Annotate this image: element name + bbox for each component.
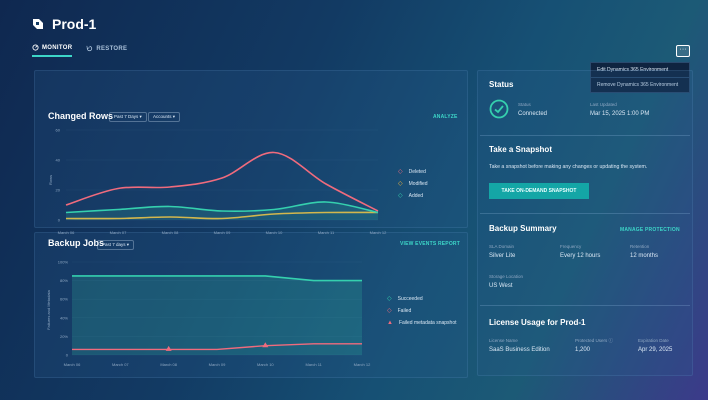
backup-jobs-period-select[interactable]: Past 7 days ▾ xyxy=(97,240,135,250)
diamond-icon: ◇ xyxy=(387,296,392,302)
divider xyxy=(480,135,690,136)
frequency-value: Every 12 hours xyxy=(560,253,601,259)
tab-restore[interactable]: RESTORE xyxy=(86,44,127,57)
chevron-down-icon: ▾ xyxy=(139,114,142,119)
changed-rows-legend: ◇ Deleted ◇ Modified ◇ Added xyxy=(398,169,428,205)
triangle-icon: ▲ xyxy=(387,320,393,326)
analyze-link[interactable]: ANALYZE xyxy=(433,114,458,120)
legend-label: Failed metadata snapshot xyxy=(398,320,457,326)
snapshot-description: Take a snapshot before making any change… xyxy=(489,164,648,170)
changed-rows-period-select[interactable]: Past 7 Days ▾ xyxy=(109,112,147,122)
tab-bar: MONITOR RESTORE xyxy=(32,44,127,57)
retention-label: Retention xyxy=(630,244,650,249)
environment-summary-panel xyxy=(477,70,693,376)
protected-users-value: 1,200 xyxy=(575,347,591,353)
last-updated-value: Mar 15, 2025 1:00 PM xyxy=(590,111,650,117)
monitor-icon xyxy=(32,44,39,51)
tab-restore-label: RESTORE xyxy=(96,45,128,52)
diamond-icon: ◇ xyxy=(398,169,403,175)
period-select-value: Past 7 days xyxy=(102,242,126,247)
diamond-icon: ◇ xyxy=(387,308,392,314)
changed-rows-entity-select[interactable]: Accounts ▾ xyxy=(148,112,181,122)
tab-monitor[interactable]: MONITOR xyxy=(32,44,73,57)
diamond-icon: ◇ xyxy=(398,181,403,187)
status-value: Connected xyxy=(518,111,548,117)
backup-jobs-title: Backup Jobs xyxy=(48,238,105,248)
license-name-label: License Name xyxy=(489,338,518,343)
sla-domain-value: Silver Lite xyxy=(489,253,516,259)
storage-location-value: US West xyxy=(489,283,513,289)
backup-summary-title: Backup Summary xyxy=(489,224,557,233)
legend-item-added: ◇ Added xyxy=(398,193,428,199)
last-updated-label: Last Updated xyxy=(590,102,617,107)
license-usage-title: License Usage for Prod-1 xyxy=(489,318,586,327)
legend-item-failed-snapshot: ▲ Failed metadata snapshot xyxy=(387,320,457,326)
retention-value: 12 months xyxy=(630,253,659,259)
take-snapshot-button[interactable]: TAKE ON-DEMAND SNAPSHOT xyxy=(489,183,589,199)
legend-label: Added xyxy=(408,193,424,199)
license-name-value: SaaS Business Edition xyxy=(489,347,550,353)
legend-item-failed: ◇ Failed xyxy=(387,308,457,314)
protected-users-label-text: Protected Users xyxy=(575,338,608,343)
status-title: Status xyxy=(489,80,514,89)
legend-label: Succeeded xyxy=(397,296,423,302)
expiration-date-label: Expiration Date xyxy=(638,338,669,343)
manage-protection-link[interactable]: MANAGE PROTECTION xyxy=(620,227,680,233)
legend-item-succeeded: ◇ Succeeded xyxy=(387,296,457,302)
divider xyxy=(480,305,690,306)
page-title: Prod-1 xyxy=(52,16,97,32)
period-select-value: Past 7 Days xyxy=(114,114,139,119)
backup-jobs-legend: ◇ Succeeded ◇ Failed ▲ Failed metadata snap… xyxy=(387,296,457,332)
legend-label: Modified xyxy=(408,181,428,187)
diamond-icon: ◇ xyxy=(398,193,403,199)
check-circle-icon xyxy=(489,99,509,119)
protected-users-label: Protected Users ⓘ xyxy=(575,338,613,344)
frequency-label: Frequency xyxy=(560,244,582,249)
more-options-button[interactable]: ··· xyxy=(676,45,690,57)
legend-label: Deleted xyxy=(408,169,426,175)
legend-item-modified: ◇ Modified xyxy=(398,181,428,187)
chevron-down-icon: ▾ xyxy=(126,242,130,247)
app-logo-icon xyxy=(33,19,43,29)
status-label: Status xyxy=(518,102,531,107)
tab-monitor-label: MONITOR xyxy=(42,44,73,51)
entity-select-value: Accounts xyxy=(153,114,172,119)
sla-domain-label: SLA Domain xyxy=(489,244,515,249)
chevron-down-icon: ▾ xyxy=(172,114,176,119)
legend-label: Failed xyxy=(397,308,412,314)
snapshot-title: Take a Snapshot xyxy=(489,145,552,154)
restore-icon xyxy=(86,45,93,52)
divider xyxy=(480,213,690,214)
storage-location-label: Storage Location xyxy=(489,274,524,279)
page-header: Prod-1 xyxy=(32,16,96,32)
info-icon[interactable]: ⓘ xyxy=(609,338,614,343)
legend-item-deleted: ◇ Deleted xyxy=(398,169,428,175)
changed-rows-title: Changed Rows xyxy=(48,111,114,121)
view-events-report-link[interactable]: VIEW EVENTS REPORT xyxy=(400,241,460,247)
expiration-date-value: Apr 29, 2025 xyxy=(638,347,673,353)
